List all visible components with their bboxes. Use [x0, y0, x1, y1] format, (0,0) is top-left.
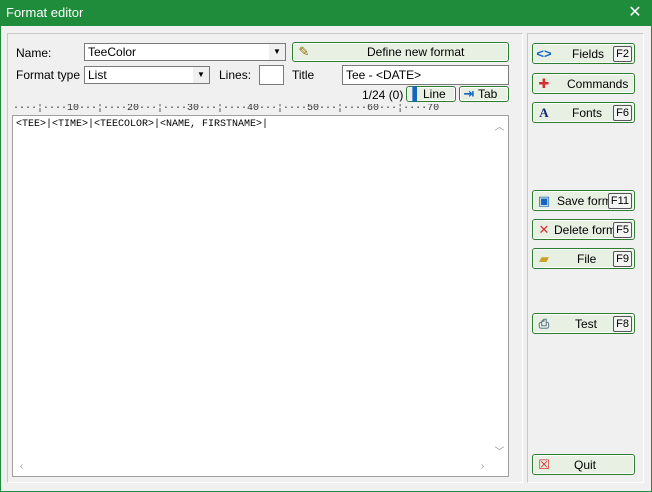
lines-label: Lines:: [219, 68, 252, 82]
x-icon: ✕: [538, 221, 550, 237]
insert-tab-label: Tab: [478, 87, 498, 101]
insert-line-label: Line: [423, 87, 446, 101]
fields-shortcut: F2: [613, 45, 632, 62]
file-button[interactable]: ▰ File F9: [532, 248, 635, 269]
insert-tab-button[interactable]: ⇥ Tab: [459, 86, 509, 102]
title-label: Title: [292, 68, 315, 82]
fields-label: Fields: [572, 46, 605, 61]
fields-button[interactable]: <> Fields F2: [532, 43, 635, 64]
vertical-scrollbar[interactable]: ︿ ﹀: [491, 116, 508, 460]
name-label: Name:: [16, 46, 52, 60]
format-type-value: List: [88, 68, 107, 82]
delete-format-label: Delete format: [554, 222, 616, 237]
save-format-shortcut: F11: [607, 192, 632, 209]
define-new-format-button[interactable]: ✎ Define new format: [292, 42, 509, 62]
title-input[interactable]: Tee - <DATE>: [342, 65, 509, 85]
title-bar: Format editor ✕: [0, 0, 652, 26]
floppy-icon: ▣: [537, 192, 551, 208]
horizontal-scrollbar[interactable]: ‹ ›: [13, 459, 491, 476]
plus-icon: ✚: [538, 75, 550, 91]
tab-icon: ⇥: [463, 86, 475, 101]
exit-icon: ☒: [538, 456, 550, 472]
chevron-down-icon[interactable]: ▼: [193, 67, 209, 83]
file-label: File: [577, 251, 597, 266]
test-button[interactable]: ⎙ Test F8: [532, 313, 635, 334]
format-type-combobox[interactable]: List ▼: [84, 66, 210, 84]
test-shortcut: F8: [613, 315, 632, 332]
lines-input[interactable]: [259, 65, 284, 85]
chevron-down-icon[interactable]: ▼: [269, 44, 285, 60]
ruler: ····¦····10···¦····20···¦····30···¦····4…: [13, 104, 440, 114]
fonts-button[interactable]: A Fonts F6: [532, 102, 635, 123]
format-editor-area[interactable]: <TEE>|<TIME>|<TEECOLOR>|<NAME, FIRSTNAME…: [12, 115, 509, 477]
brackets-icon: <>: [536, 45, 552, 61]
scroll-up-icon[interactable]: ︿: [491, 118, 508, 133]
scroll-left-icon[interactable]: ‹: [13, 461, 30, 472]
scroll-down-icon[interactable]: ﹀: [491, 443, 508, 458]
test-label: Test: [575, 316, 598, 331]
editor-content[interactable]: <TEE>|<TIME>|<TEECOLOR>|<NAME, FIRSTNAME…: [16, 119, 268, 130]
format-type-label: Format type: [16, 68, 81, 82]
printer-icon: ⎙: [538, 315, 550, 331]
window-frame-left: [0, 26, 1, 492]
wand-icon: ✎: [298, 44, 310, 59]
delete-format-shortcut: F5: [613, 221, 632, 238]
fonts-shortcut: F6: [613, 104, 632, 121]
file-shortcut: F9: [613, 250, 632, 267]
define-new-format-label: Define new format: [367, 45, 465, 59]
quit-button[interactable]: ☒ Quit: [532, 454, 635, 475]
commands-label: Commands: [567, 76, 629, 91]
name-value: TeeColor: [88, 45, 137, 59]
delete-format-button[interactable]: ✕ Delete format F5: [532, 219, 635, 240]
close-button[interactable]: ✕: [618, 0, 652, 26]
title-value: Tee - <DATE>: [346, 68, 422, 82]
font-icon: A: [539, 104, 549, 120]
name-combobox[interactable]: TeeColor ▼: [84, 43, 286, 61]
scroll-right-icon[interactable]: ›: [474, 461, 491, 472]
commands-button[interactable]: ✚ Commands: [532, 73, 635, 94]
insert-line-button[interactable]: ▌ Line: [406, 86, 456, 102]
save-format-button[interactable]: ▣ Save format F11: [532, 190, 635, 211]
fonts-label: Fonts: [572, 105, 603, 120]
cursor-position: 1/24 (0): [362, 88, 404, 102]
folder-icon: ▰: [539, 250, 549, 266]
window-title: Format editor: [6, 5, 84, 20]
quit-label: Quit: [574, 457, 597, 472]
